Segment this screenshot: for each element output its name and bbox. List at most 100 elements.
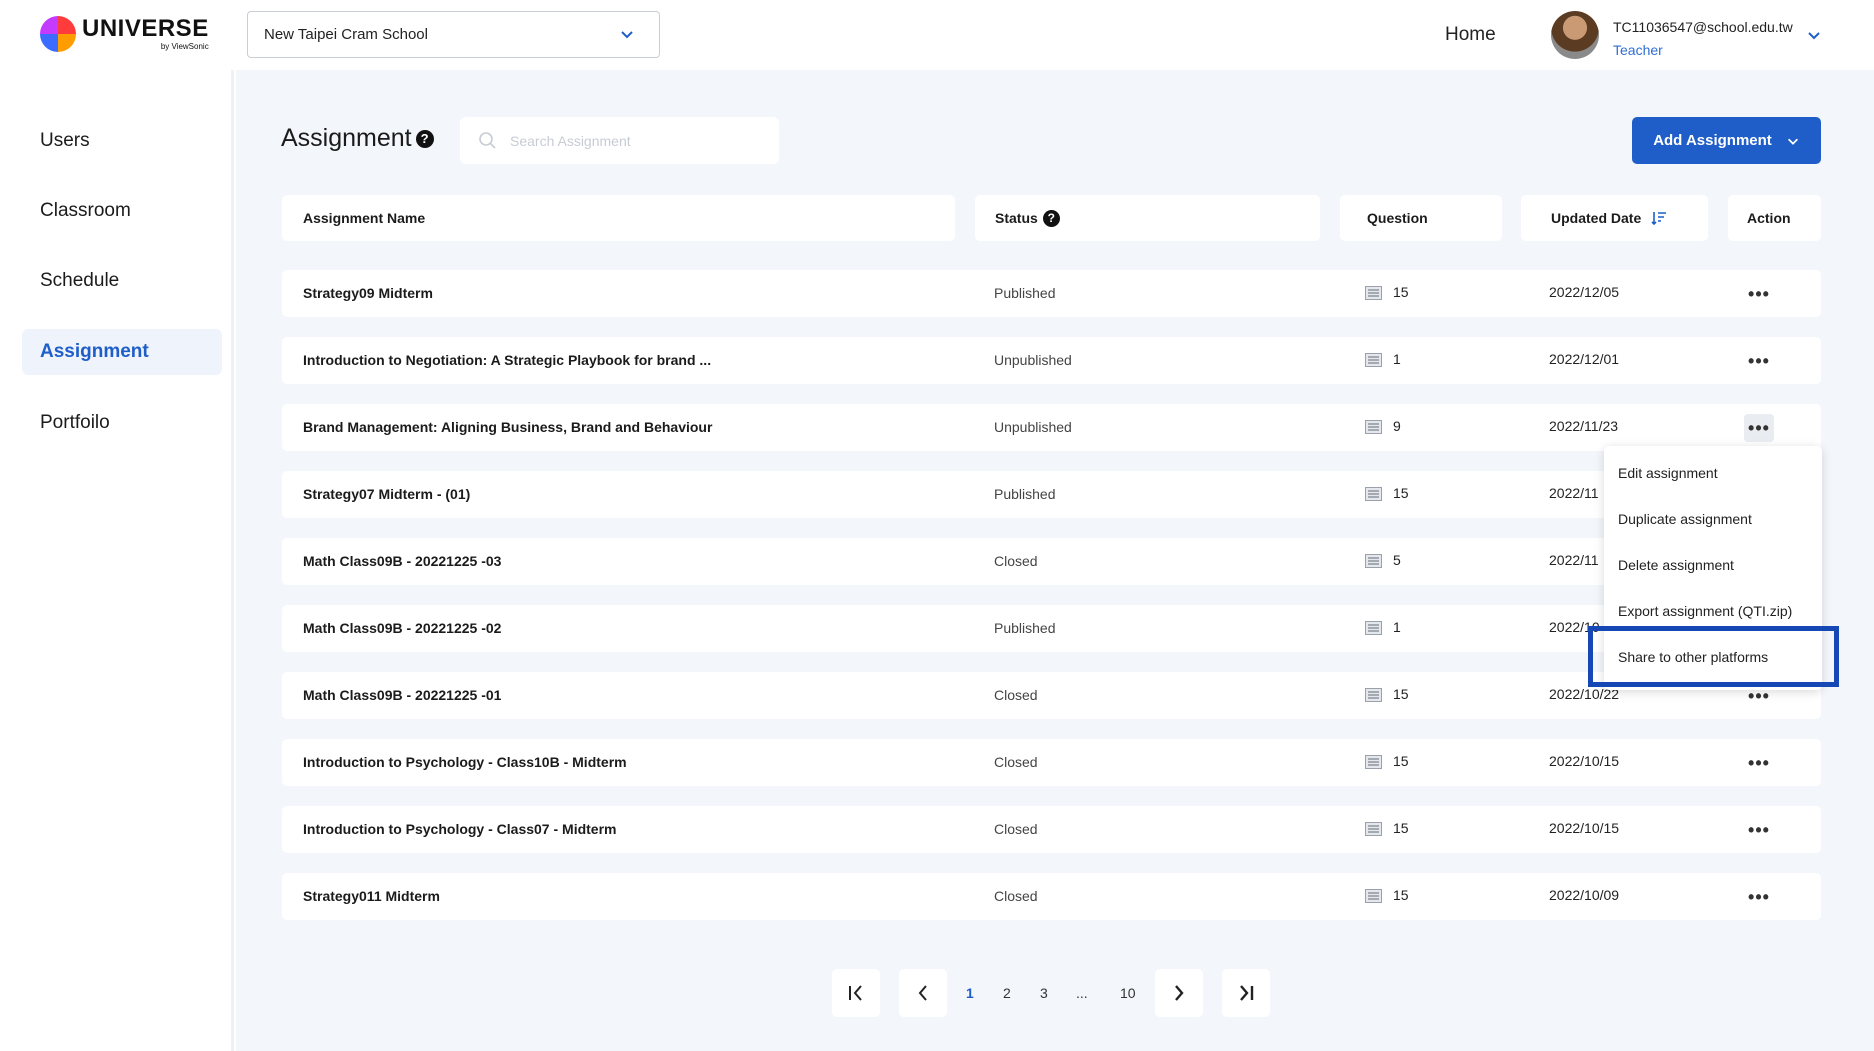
question-list-icon bbox=[1365, 353, 1382, 367]
column-header-name-label: Assignment Name bbox=[303, 210, 426, 226]
avatar[interactable] bbox=[1551, 11, 1599, 59]
add-assignment-button[interactable]: Add Assignment bbox=[1632, 117, 1821, 164]
question-list-icon bbox=[1365, 688, 1382, 702]
page-number-1[interactable]: 1 bbox=[966, 985, 974, 1001]
table-row[interactable]: Introduction to Negotiation: A Strategic… bbox=[282, 337, 1821, 384]
home-link[interactable]: Home bbox=[1445, 24, 1496, 46]
assignment-status: Closed bbox=[994, 553, 1038, 569]
column-header-status-label: Status bbox=[995, 210, 1038, 226]
assignment-name[interactable]: Strategy09 Midterm bbox=[303, 285, 433, 301]
updated-date: 2022/11/23 bbox=[1549, 418, 1619, 434]
question-count: 15 bbox=[1393, 753, 1409, 769]
table-row[interactable]: Introduction to Psychology - Class10B - … bbox=[282, 739, 1821, 786]
user-email: TC11036547@school.edu.tw bbox=[1613, 19, 1793, 35]
last-page-button[interactable] bbox=[1222, 969, 1270, 1017]
chevron-right-icon bbox=[1175, 985, 1184, 1001]
column-header-updated: Updated Date bbox=[1521, 195, 1708, 241]
question-list-icon bbox=[1365, 889, 1382, 903]
search-icon bbox=[479, 131, 496, 149]
assignment-name[interactable]: Math Class09B - 20221225 -01 bbox=[303, 687, 501, 703]
assignment-status: Published bbox=[994, 620, 1056, 636]
question-count: 15 bbox=[1393, 485, 1409, 501]
menu-item-delete[interactable]: Delete assignment bbox=[1604, 546, 1822, 584]
top-header: UNIVERSE by ViewSonic New Taipei Cram Sc… bbox=[0, 0, 1874, 70]
question-count: 1 bbox=[1393, 351, 1401, 367]
universe-logo-icon bbox=[40, 16, 76, 52]
more-actions-icon[interactable]: ••• bbox=[1744, 280, 1774, 308]
logo-text: UNIVERSE by ViewSonic bbox=[82, 17, 209, 51]
column-header-question-label: Question bbox=[1367, 210, 1428, 226]
question-list-icon bbox=[1365, 286, 1382, 300]
sidebar-item-users[interactable]: Users bbox=[22, 118, 222, 164]
sidebar-item-classroom[interactable]: Classroom bbox=[22, 188, 222, 234]
updated-date: 2022/10 bbox=[1549, 619, 1600, 635]
question-count: 1 bbox=[1393, 619, 1401, 635]
table-row[interactable]: Strategy07 Midterm - (01) Published 15 2022… bbox=[282, 471, 1821, 518]
table-row[interactable]: Math Class09B - 20221225 -03 Closed 5 2022/… bbox=[282, 538, 1821, 585]
column-header-updated-label: Updated Date bbox=[1551, 210, 1642, 226]
assignment-name[interactable]: Introduction to Psychology - Class07 - M… bbox=[303, 821, 616, 837]
universe-logo[interactable]: UNIVERSE by ViewSonic bbox=[40, 16, 209, 52]
assignment-status: Closed bbox=[994, 821, 1038, 837]
question-list-icon bbox=[1365, 822, 1382, 836]
more-actions-icon[interactable]: ••• bbox=[1744, 347, 1774, 375]
updated-date: 2022/10/15 bbox=[1549, 753, 1620, 769]
table-row[interactable]: Strategy09 Midterm Published 15 2022/12/05 •… bbox=[282, 270, 1821, 317]
assignment-name[interactable]: Introduction to Psychology - Class10B - … bbox=[303, 754, 627, 770]
table-row[interactable]: Brand Management: Aligning Business, Bra… bbox=[282, 404, 1821, 451]
assignment-name[interactable]: Introduction to Negotiation: A Strategic… bbox=[303, 352, 711, 368]
assignment-status: Published bbox=[994, 285, 1056, 301]
table-row[interactable]: Math Class09B - 20221225 -02 Published 1 20… bbox=[282, 605, 1821, 652]
table-row[interactable]: Math Class09B - 20221225 -01 Closed 15 2022… bbox=[282, 672, 1821, 719]
chevron-down-icon bbox=[621, 31, 633, 39]
more-actions-icon[interactable]: ••• bbox=[1744, 749, 1774, 777]
more-actions-icon[interactable]: ••• bbox=[1744, 816, 1774, 844]
question-count: 5 bbox=[1393, 552, 1401, 568]
next-page-button[interactable] bbox=[1155, 969, 1203, 1017]
updated-date: 2022/12/05 bbox=[1549, 284, 1620, 300]
question-list-icon bbox=[1365, 554, 1382, 568]
first-page-button[interactable] bbox=[832, 969, 880, 1017]
menu-item-export[interactable]: Export assignment (QTI.zip) bbox=[1604, 592, 1822, 630]
page-number-3[interactable]: 3 bbox=[1040, 985, 1048, 1001]
question-count: 15 bbox=[1393, 686, 1409, 702]
user-menu-chevron-icon[interactable] bbox=[1806, 27, 1822, 43]
first-page-icon bbox=[849, 985, 862, 1001]
search-input[interactable] bbox=[510, 132, 770, 149]
table-row[interactable]: Strategy011 Midterm Closed 15 2022/10/09 ••• bbox=[282, 873, 1821, 920]
sidebar-item-portfolio[interactable]: Portfoilo bbox=[22, 400, 222, 446]
assignment-status: Closed bbox=[994, 888, 1038, 904]
question-count: 15 bbox=[1393, 887, 1409, 903]
logo-word: UNIVERSE bbox=[82, 15, 209, 42]
more-actions-icon[interactable]: ••• bbox=[1744, 414, 1774, 442]
page-title-text: Assignment bbox=[281, 124, 412, 152]
sidebar-item-assignment[interactable]: Assignment bbox=[22, 329, 222, 375]
assignment-status: Unpublished bbox=[994, 352, 1072, 368]
column-header-name: Assignment Name bbox=[282, 195, 955, 241]
status-help-icon[interactable]: ? bbox=[1042, 209, 1060, 227]
sort-icon[interactable] bbox=[1651, 210, 1667, 226]
logo-sub: by ViewSonic bbox=[160, 42, 209, 51]
prev-page-button[interactable] bbox=[899, 969, 947, 1017]
menu-item-share[interactable]: Share to other platforms bbox=[1604, 638, 1822, 676]
assignment-name[interactable]: Math Class09B - 20221225 -03 bbox=[303, 553, 501, 569]
question-count: 15 bbox=[1393, 284, 1409, 300]
page-number-10[interactable]: 10 bbox=[1120, 985, 1136, 1001]
column-header-status: Status? bbox=[975, 195, 1320, 241]
search-box[interactable] bbox=[460, 117, 779, 164]
assignment-name[interactable]: Brand Management: Aligning Business, Bra… bbox=[303, 419, 712, 435]
more-actions-icon[interactable]: ••• bbox=[1744, 883, 1774, 911]
menu-item-edit[interactable]: Edit assignment bbox=[1604, 454, 1822, 492]
help-icon[interactable]: ? bbox=[415, 129, 434, 148]
assignment-name[interactable]: Strategy011 Midterm bbox=[303, 888, 440, 904]
assignment-name[interactable]: Math Class09B - 20221225 -02 bbox=[303, 620, 501, 636]
school-select[interactable]: New Taipei Cram School bbox=[247, 11, 660, 58]
page-number-2[interactable]: 2 bbox=[1003, 985, 1011, 1001]
column-header-question: Question bbox=[1340, 195, 1502, 241]
assignment-name[interactable]: Strategy07 Midterm - (01) bbox=[303, 486, 470, 502]
updated-date: 2022/12/01 bbox=[1549, 351, 1620, 367]
assignment-status: Closed bbox=[994, 754, 1038, 770]
menu-item-duplicate[interactable]: Duplicate assignment bbox=[1604, 500, 1822, 538]
sidebar-item-schedule[interactable]: Schedule bbox=[22, 258, 222, 304]
table-row[interactable]: Introduction to Psychology - Class07 - M… bbox=[282, 806, 1821, 853]
